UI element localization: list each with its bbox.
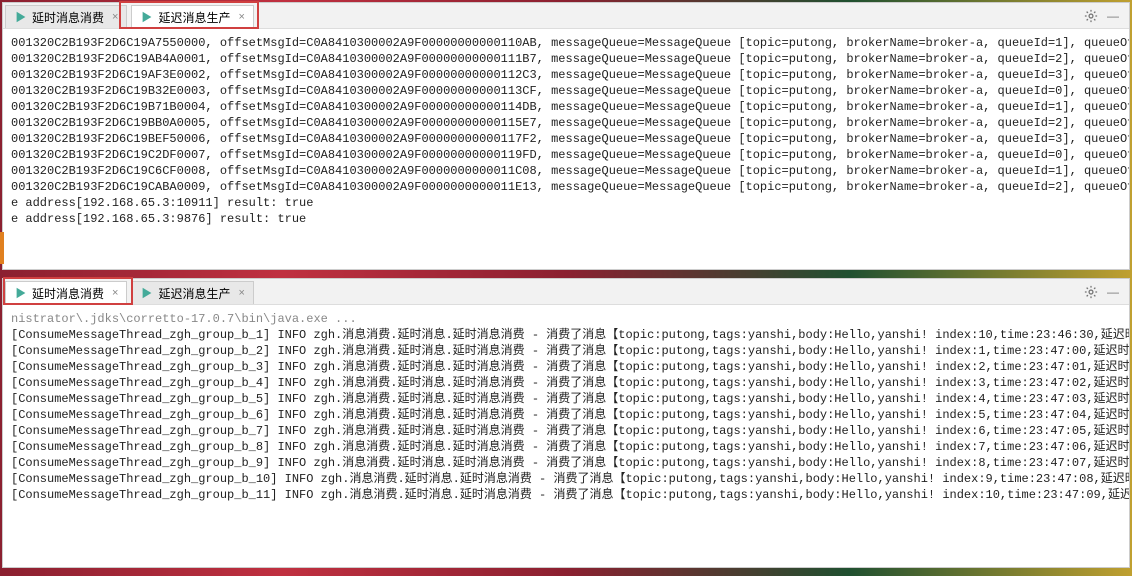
run-icon (140, 286, 154, 300)
tab-producer-bottom[interactable]: 延迟消息生产 × (131, 281, 253, 304)
gear-icon[interactable] (1083, 284, 1099, 300)
tab-label: 延迟消息生产 (158, 285, 230, 302)
console-line: 001320C2B193F2D6C19B71B0004, offsetMsgId… (11, 99, 1121, 115)
console-line: e address[192.168.65.3:9876] result: tru… (11, 211, 1121, 227)
bottom-tab-bar: 延时消息消费 × 延迟消息生产 × — (3, 279, 1129, 305)
console-line: [ConsumeMessageThread_zgh_group_b_5] INF… (11, 391, 1121, 407)
run-icon (14, 10, 28, 24)
console-line: 001320C2B193F2D6C19CABA0009, offsetMsgId… (11, 179, 1121, 195)
console-line: 001320C2B193F2D6C19AF3E0002, offsetMsgId… (11, 67, 1121, 83)
console-line: [ConsumeMessageThread_zgh_group_b_1] INF… (11, 327, 1121, 343)
console-line: e address[192.168.65.3:10911] result: tr… (11, 195, 1121, 211)
producer-console-panel: 延时消息消费 × 延迟消息生产 × — 001320C2B193F2D6C19A… (2, 2, 1130, 270)
console-line: [ConsumeMessageThread_zgh_group_b_11] IN… (11, 487, 1121, 503)
tab-label: 延迟消息生产 (158, 9, 230, 26)
run-icon (140, 10, 154, 24)
console-line: [ConsumeMessageThread_zgh_group_b_8] INF… (11, 439, 1121, 455)
hide-icon[interactable]: — (1105, 8, 1121, 24)
console-line: [ConsumeMessageThread_zgh_group_b_6] INF… (11, 407, 1121, 423)
console-line: [ConsumeMessageThread_zgh_group_b_7] INF… (11, 423, 1121, 439)
console-line: 001320C2B193F2D6C19C2DF0007, offsetMsgId… (11, 147, 1121, 163)
tab-producer-top[interactable]: 延迟消息生产 × (131, 5, 253, 28)
producer-console-output[interactable]: 001320C2B193F2D6C19A7550000, offsetMsgId… (3, 29, 1129, 269)
close-icon[interactable]: × (112, 11, 118, 23)
consumer-console-panel: 延时消息消费 × 延迟消息生产 × — nistrator\.jdks\corr… (2, 278, 1130, 568)
tab-label: 延时消息消费 (32, 9, 104, 26)
console-toolbar: — (1083, 8, 1129, 24)
tab-consumer-top[interactable]: 延时消息消费 × (5, 5, 127, 28)
console-line: [ConsumeMessageThread_zgh_group_b_10] IN… (11, 471, 1121, 487)
console-line: 001320C2B193F2D6C19C6CF0008, offsetMsgId… (11, 163, 1121, 179)
top-tab-bar: 延时消息消费 × 延迟消息生产 × — (3, 3, 1129, 29)
hide-icon[interactable]: — (1105, 284, 1121, 300)
console-line: 001320C2B193F2D6C19AB4A0001, offsetMsgId… (11, 51, 1121, 67)
console-line: 001320C2B193F2D6C19BEF50006, offsetMsgId… (11, 131, 1121, 147)
console-line: [ConsumeMessageThread_zgh_group_b_9] INF… (11, 455, 1121, 471)
close-icon[interactable]: × (112, 287, 118, 299)
close-icon[interactable]: × (238, 11, 244, 23)
console-line: [ConsumeMessageThread_zgh_group_b_4] INF… (11, 375, 1121, 391)
close-icon[interactable]: × (238, 287, 244, 299)
console-line: [ConsumeMessageThread_zgh_group_b_2] INF… (11, 343, 1121, 359)
gutter-marker (0, 232, 4, 264)
console-line: 001320C2B193F2D6C19BB0A0005, offsetMsgId… (11, 115, 1121, 131)
console-toolbar: — (1083, 284, 1129, 300)
consumer-console-output[interactable]: nistrator\.jdks\corretto-17.0.7\bin\java… (3, 305, 1129, 567)
tab-label: 延时消息消费 (32, 285, 104, 302)
tab-consumer-bottom[interactable]: 延时消息消费 × (5, 281, 127, 304)
console-line: 001320C2B193F2D6C19A7550000, offsetMsgId… (11, 35, 1121, 51)
console-line: nistrator\.jdks\corretto-17.0.7\bin\java… (11, 311, 1121, 327)
gear-icon[interactable] (1083, 8, 1099, 24)
run-icon (14, 286, 28, 300)
console-line: [ConsumeMessageThread_zgh_group_b_3] INF… (11, 359, 1121, 375)
console-line: 001320C2B193F2D6C19B32E0003, offsetMsgId… (11, 83, 1121, 99)
